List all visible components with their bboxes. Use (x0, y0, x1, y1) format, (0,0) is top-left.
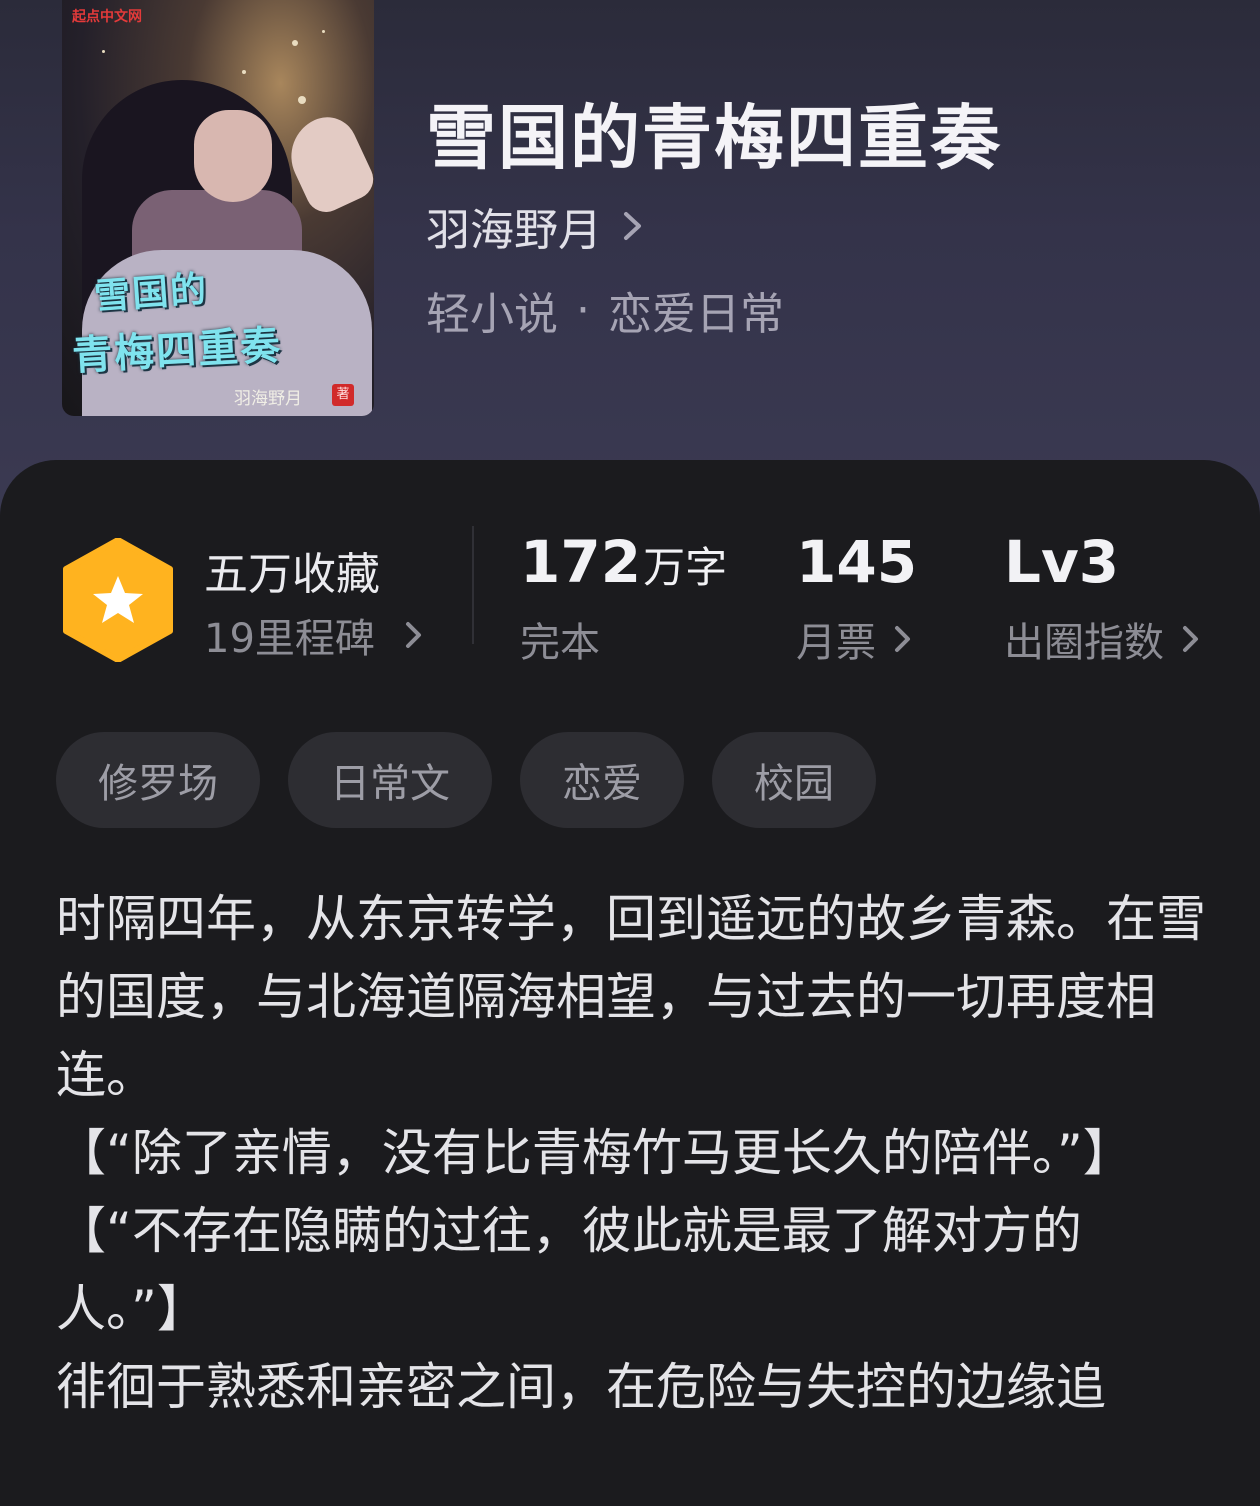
cover-girl-face (194, 110, 272, 202)
tag-chip[interactable]: 恋爱 (520, 732, 684, 828)
monthly-votes-label: 月票 (796, 620, 876, 666)
snowflake (102, 50, 105, 53)
snowflake (298, 96, 306, 104)
genre-row: 轻小说 · 恋爱日常 (426, 278, 784, 342)
cover-brand-logo: 起点中文网 (72, 9, 142, 25)
snowflake (322, 30, 325, 33)
level-value: Lv3 (1004, 528, 1120, 596)
word-count-stat: 172 万字 完本 (520, 528, 727, 668)
chevron-right-icon (624, 212, 641, 240)
tag-chip[interactable]: 校园 (712, 732, 876, 828)
stats-divider (472, 526, 474, 644)
cover-seal: 著 (332, 384, 354, 406)
description-paragraph: 【“不存在隐瞒的过往，彼此就是最了解对方的人。”】 (56, 1202, 1082, 1338)
monthly-votes-value: 145 (796, 528, 918, 596)
description-paragraph: 【“除了亲情，没有比青梅竹马更长久的陪伴。”】 (56, 1124, 1133, 1182)
cover-title-line1: 雪国的 (92, 268, 210, 318)
tag-list: 修罗场 日常文 恋爱 校园 (56, 732, 876, 828)
book-title: 雪国的青梅四重奏 (426, 96, 1002, 179)
favorites-count[interactable]: 五万收藏 (204, 538, 380, 602)
star-badge-icon[interactable] (62, 538, 174, 662)
chevron-right-icon (895, 626, 910, 652)
chevron-right-icon (405, 622, 421, 648)
author-link[interactable]: 羽海野月 (426, 194, 646, 258)
subcategory-label[interactable]: 恋爱日常 (608, 278, 784, 342)
book-description[interactable]: 时隔四年，从东京转学，回到遥远的故乡青森。在雪的国度，与北海道隔海相望，与过去的… (56, 880, 1206, 1426)
category-label[interactable]: 轻小说 (426, 278, 558, 342)
milestones-link[interactable]: 19里程碑 (204, 606, 425, 664)
author-name: 羽海野月 (426, 205, 602, 256)
book-cover[interactable]: 起点中文网 雪国的 青梅四重奏 羽海野月 著 (62, 0, 374, 416)
snowflake (242, 70, 246, 74)
popularity-index-label: 出圈指数 (1004, 620, 1164, 666)
cover-hand (278, 107, 374, 219)
tag-chip[interactable]: 修罗场 (56, 732, 260, 828)
genre-separator: · (576, 284, 590, 336)
cover-author: 羽海野月 (234, 389, 302, 409)
word-count-unit: 万字 (643, 543, 728, 592)
description-paragraph: 徘徊于熟悉和亲密之间，在危险与失控的边缘追 (56, 1358, 1106, 1416)
description-paragraph: 时隔四年，从东京转学，回到遥远的故乡青森。在雪的国度，与北海道隔海相望，与过去的… (56, 890, 1206, 1104)
chevron-right-icon (1183, 626, 1198, 652)
word-count-value: 172 (520, 528, 642, 596)
tag-chip[interactable]: 日常文 (288, 732, 492, 828)
snowflake (292, 40, 298, 46)
popularity-index-stat[interactable]: Lv3 出圈指数 (1004, 528, 1202, 668)
cover-title-line2: 青梅四重奏 (71, 321, 284, 380)
monthly-votes-stat[interactable]: 145 月票 (796, 528, 917, 668)
milestones-label: 19里程碑 (204, 616, 375, 662)
completion-status: 完本 (520, 620, 600, 666)
